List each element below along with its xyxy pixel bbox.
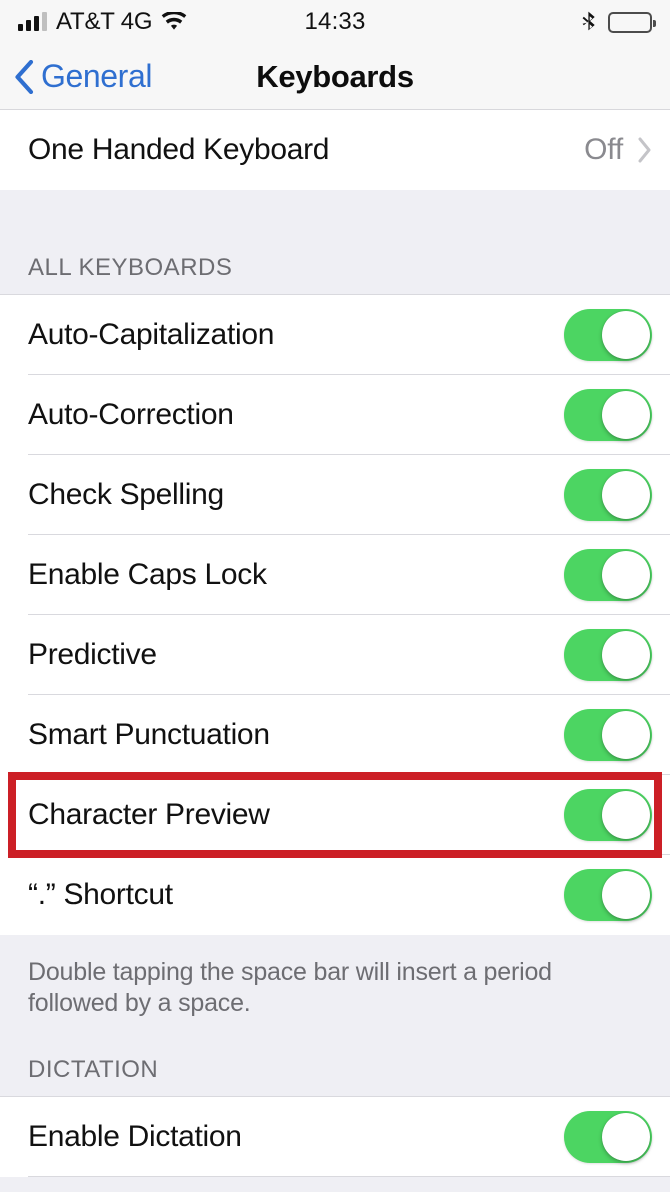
chevron-left-icon <box>14 59 34 94</box>
section-gap <box>0 190 670 254</box>
row-label: Check Spelling <box>28 478 224 511</box>
navigation-bar: General Keyboards <box>0 44 670 110</box>
toggle-knob <box>602 551 650 599</box>
row-value: Off <box>584 133 623 166</box>
toggle-period-shortcut[interactable] <box>564 869 652 921</box>
toggle-knob <box>602 471 650 519</box>
settings-list: One Handed Keyboard Off ALL KEYBOARDS Au… <box>0 110 670 1177</box>
row-label: “.” Shortcut <box>28 878 173 911</box>
cellular-signal-icon <box>18 12 47 31</box>
iphone-settings-screen: AT&T 4G 14:33 General Keyboards One Hand… <box>0 0 670 1192</box>
group-all-keyboards: Auto-Capitalization Auto-Correction Chec… <box>0 294 670 935</box>
section-header-all-keyboards: ALL KEYBOARDS <box>0 254 670 294</box>
toggle-knob <box>602 871 650 919</box>
toggle-smart-punctuation[interactable] <box>564 709 652 761</box>
status-bar-left: AT&T 4G <box>18 8 187 36</box>
carrier-label: AT&T 4G <box>56 8 153 35</box>
section-gap-2 <box>0 1018 670 1056</box>
back-button-label: General <box>41 58 153 94</box>
row-label: Enable Caps Lock <box>28 558 267 591</box>
row-enable-caps-lock[interactable]: Enable Caps Lock <box>0 535 670 615</box>
row-smart-punctuation[interactable]: Smart Punctuation <box>0 695 670 775</box>
row-auto-correction[interactable]: Auto-Correction <box>0 375 670 455</box>
toggle-knob <box>602 631 650 679</box>
toggle-auto-capitalization[interactable] <box>564 309 652 361</box>
row-label: One Handed Keyboard <box>28 133 330 166</box>
chevron-right-icon <box>637 137 652 163</box>
row-label: Enable Dictation <box>28 1120 242 1153</box>
toggle-enable-dictation[interactable] <box>564 1111 652 1163</box>
row-label: Auto-Correction <box>28 398 234 431</box>
toggle-check-spelling[interactable] <box>564 469 652 521</box>
row-label: Smart Punctuation <box>28 718 270 751</box>
footer-block: Double tapping the space bar will insert… <box>0 935 670 1018</box>
row-check-spelling[interactable]: Check Spelling <box>0 455 670 535</box>
back-button-general[interactable]: General <box>0 58 152 95</box>
row-enable-dictation[interactable]: Enable Dictation <box>0 1097 670 1177</box>
toggle-enable-caps-lock[interactable] <box>564 549 652 601</box>
toggle-knob <box>602 311 650 359</box>
row-character-preview[interactable]: Character Preview <box>0 775 670 855</box>
group-top: One Handed Keyboard Off <box>0 110 670 190</box>
row-period-shortcut[interactable]: “.” Shortcut <box>0 855 670 935</box>
toggle-knob <box>602 1113 650 1161</box>
row-auto-capitalization[interactable]: Auto-Capitalization <box>0 295 670 375</box>
toggle-character-preview[interactable] <box>564 789 652 841</box>
battery-icon <box>608 11 656 33</box>
group-dictation: Enable Dictation <box>0 1096 670 1177</box>
wifi-icon <box>161 12 187 32</box>
toggle-knob <box>602 791 650 839</box>
bluetooth-icon <box>581 11 596 34</box>
toggle-predictive[interactable] <box>564 629 652 681</box>
row-label: Predictive <box>28 638 157 671</box>
row-label: Auto-Capitalization <box>28 318 275 351</box>
toggle-auto-correction[interactable] <box>564 389 652 441</box>
row-label: Character Preview <box>28 798 270 831</box>
section-footer-all-keyboards: Double tapping the space bar will insert… <box>0 935 670 1018</box>
row-one-handed-keyboard[interactable]: One Handed Keyboard Off <box>0 110 670 190</box>
toggle-knob <box>602 391 650 439</box>
status-bar-right <box>581 11 656 34</box>
status-bar: AT&T 4G 14:33 <box>0 0 670 44</box>
toggle-knob <box>602 711 650 759</box>
section-header-dictation: DICTATION <box>0 1056 670 1096</box>
row-predictive[interactable]: Predictive <box>0 615 670 695</box>
